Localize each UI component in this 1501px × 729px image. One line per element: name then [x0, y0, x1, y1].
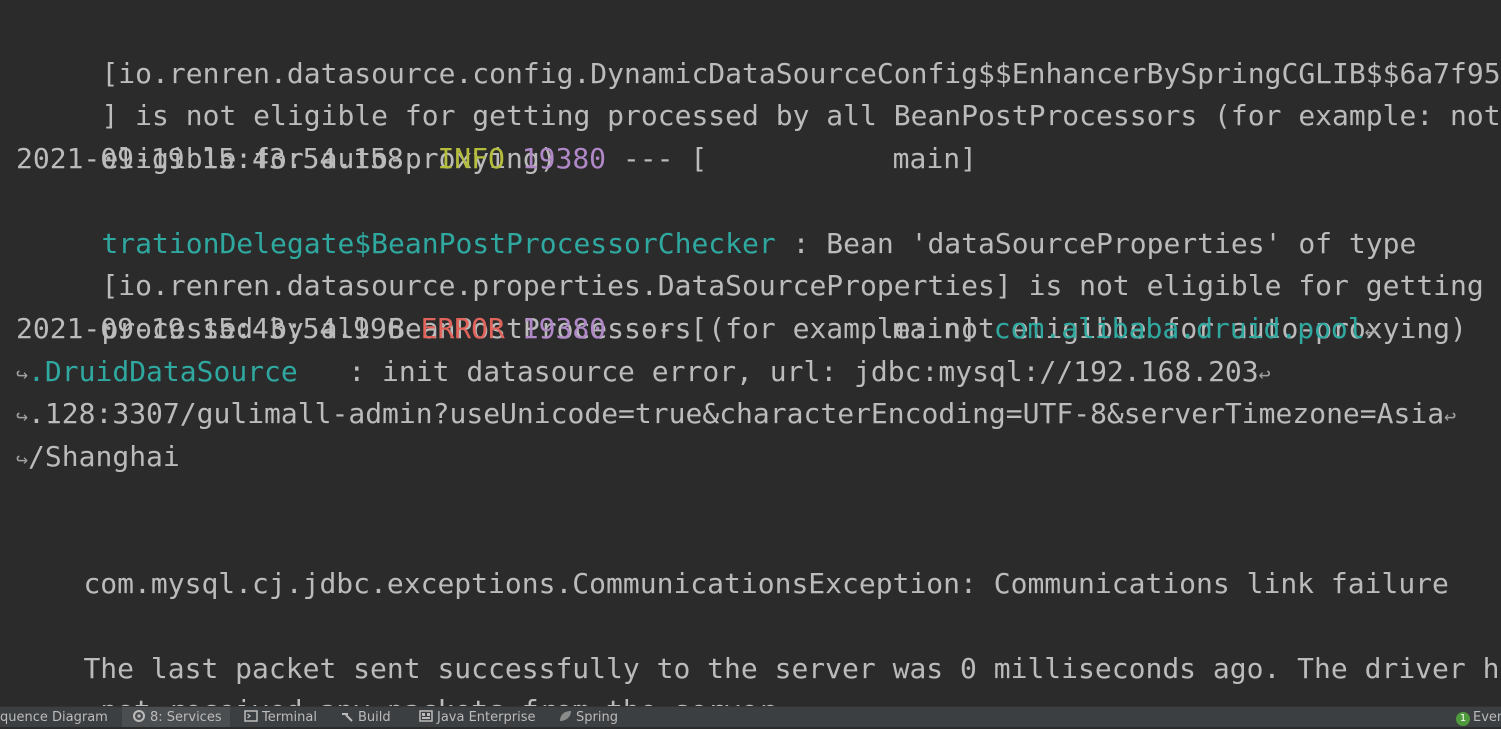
tool-window-bar: quence Diagram 8: Services Terminal Buil… [0, 706, 1501, 727]
spring-leaf-icon [560, 711, 571, 721]
soft-wrap-start-icon: ↪ [16, 447, 29, 471]
log-text: : init datasource error, url: jdbc:mysql… [297, 355, 1259, 388]
tab-label: Build [358, 710, 391, 725]
log-timestamp: 2021-09-19 15:43:54.996 [16, 312, 404, 345]
soft-wrap-start-icon: ↪ [16, 362, 29, 386]
services-icon [133, 710, 145, 722]
event-count-badge: 1 [1456, 712, 1470, 726]
soft-wrap-end-icon: ↩ [1364, 319, 1377, 343]
tab-terminal[interactable]: Terminal [244, 707, 317, 727]
tab-java-enterprise[interactable]: Java Enterprise [419, 707, 535, 727]
hammer-icon [342, 713, 353, 722]
log-pid: 19380 [521, 312, 607, 345]
tab-label: Even [1473, 710, 1501, 725]
tab-spring[interactable]: Spring [558, 707, 618, 727]
console-line: ↪/Shanghai [16, 436, 180, 478]
log-pid: 19380 [521, 142, 607, 175]
exception-text: com.mysql.cj.jdbc.exceptions.Communicati… [83, 567, 1449, 600]
log-thread: --- [ main] [606, 312, 994, 345]
event-log-button[interactable]: 1Even [1456, 707, 1501, 727]
tab-label: Terminal [262, 710, 317, 725]
log-entry-error: 2021-09-19 15:43:54.996 ERROR 19380 --- … [16, 308, 1377, 350]
console-line: The last packet sent successfully to the… [16, 606, 1501, 685]
log-level-info: INFO [437, 142, 505, 175]
tab-label: 8: Services [150, 710, 222, 725]
log-text: /Shanghai [28, 440, 180, 473]
log-entry-info: 2021-09-19 15:43:54.158 INFO 19380 --- [… [16, 138, 977, 180]
console-line: ↪.128:3307/gulimall-admin?useUnicode=tru… [16, 393, 1456, 435]
log-level-error: ERROR [420, 312, 505, 345]
terminal-icon [244, 710, 258, 722]
java-enterprise-icon [419, 710, 433, 722]
console-line: ↪.DruidDataSource : init datasource erro… [16, 351, 1271, 393]
console-line: trationDelegate$BeanPostProcessorChecker… [34, 181, 1416, 260]
log-text: not received any packets from the server… [83, 694, 791, 706]
console-line: ] is not eligible for getting processed … [34, 53, 1500, 132]
console-line: com.mysql.cj.jdbc.exceptions.Communicati… [16, 521, 1448, 600]
log-text: .128:3307/gulimall-admin?useUnicode=true… [28, 397, 1445, 430]
soft-wrap-end-icon: ↩ [1258, 362, 1271, 386]
log-timestamp: 2021-09-19 15:43:54.158 [16, 142, 404, 175]
tab-build[interactable]: Build [340, 707, 391, 727]
console-line: processed by all BeanPostProcessors (for… [34, 266, 1466, 345]
log-thread: --- [ main] [606, 142, 977, 175]
console-line: not received any packets from the server… [16, 648, 791, 706]
console-output[interactable]: [io.renren.datasource.config.DynamicData… [0, 0, 1501, 706]
soft-wrap-start-icon: ↪ [16, 404, 29, 428]
log-logger[interactable]: .DruidDataSource [28, 355, 298, 388]
tab-label: Java Enterprise [437, 710, 536, 725]
log-logger[interactable]: com.alibaba.druid.pool [994, 312, 1365, 345]
tab-label: Spring [576, 710, 618, 725]
console-line: [io.renren.datasource.properties.DataSou… [34, 223, 1483, 302]
tab-services[interactable]: 8: Services [122, 707, 230, 727]
tab-label: quence Diagram [0, 710, 108, 725]
tab-sequence-diagram[interactable]: quence Diagram [0, 707, 110, 727]
soft-wrap-end-icon: ↩ [1444, 404, 1457, 428]
console-line: eligible for auto-proxying) [34, 96, 556, 175]
console-line: [io.renren.datasource.config.DynamicData… [34, 11, 1501, 90]
